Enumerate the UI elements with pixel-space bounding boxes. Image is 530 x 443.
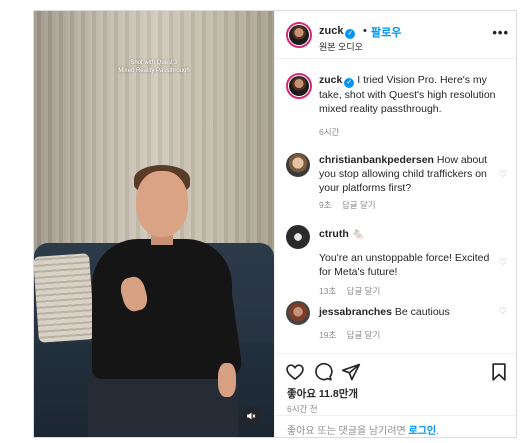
login-prompt: 좋아요 또는 댓글을 남기려면 로그인.	[275, 415, 516, 437]
video-player[interactable]: Shot with Quest 3 Mixed Reality Passthro…	[34, 11, 274, 437]
person-hand-resting	[218, 363, 236, 397]
comment-like-icon[interactable]: ♡	[499, 169, 507, 180]
speaker-muted-icon[interactable]	[242, 407, 260, 425]
more-options-icon[interactable]: •••	[492, 25, 509, 40]
action-bar	[275, 353, 516, 385]
comment-meta: 13초 답글 달기	[319, 285, 388, 297]
login-prompt-suffix: .	[436, 426, 439, 437]
comment-time[interactable]: 19초	[319, 330, 336, 340]
video-watermark: Shot with Quest 3 Mixed Reality Passthro…	[34, 59, 274, 75]
commenter-avatar[interactable]	[286, 301, 310, 325]
reply-button[interactable]: 답글 달기	[342, 200, 376, 210]
comment-like-icon[interactable]: ♡	[499, 306, 507, 317]
bookmark-icon[interactable]	[489, 362, 509, 382]
commenter-username[interactable]: jessabranches	[319, 306, 392, 318]
caption-text: zuck ✓ I tried Vision Pro. Here's my take…	[319, 73, 507, 116]
likes-count[interactable]: 좋아요 11.8만개	[287, 386, 358, 401]
comment-header: ctruth 🐁	[319, 227, 495, 241]
follow-button[interactable]: 팔로우	[371, 24, 401, 40]
verified-badge-icon: ✓	[344, 78, 355, 88]
post-timestamp: 6시간 전	[287, 404, 318, 414]
comment-text: christianbankpedersen How about you stop…	[319, 153, 495, 195]
comment-like-icon[interactable]: ♡	[499, 257, 507, 268]
author-username-text[interactable]: zuck	[319, 25, 343, 37]
login-prompt-label: 좋아요 또는 댓글을 남기려면	[287, 426, 406, 437]
login-prompt-text: 좋아요 또는 댓글을 남기려면 로그인.	[287, 422, 439, 437]
caption-meta: 6시간	[319, 126, 347, 138]
login-link[interactable]: 로그인	[409, 426, 437, 437]
heart-icon[interactable]	[285, 362, 305, 382]
comment-time[interactable]: 13초	[319, 286, 336, 296]
commenter-avatar[interactable]	[286, 225, 310, 249]
avatar[interactable]	[286, 22, 312, 48]
video-watermark-line1: Shot with Quest 3	[130, 60, 178, 66]
separator-dot: •	[363, 25, 367, 37]
comment-time[interactable]: 9초	[319, 200, 332, 210]
person-head	[136, 171, 188, 237]
post-modal: Shot with Quest 3 Mixed Reality Passthro…	[33, 10, 517, 438]
author-username[interactable]: zuck ✓	[319, 25, 356, 39]
sofa-pillow	[34, 253, 95, 343]
commenter-username[interactable]: christianbankpedersen	[319, 154, 434, 166]
comment-body: You're an unstoppable force! Excited for…	[319, 252, 490, 278]
reply-button[interactable]: 답글 달기	[347, 286, 381, 296]
comment-meta: 19초 답글 달기	[319, 329, 388, 341]
post-side-panel: zuck ✓ • 팔로우 원본 오디오 ••• zuck ✓ I tried Vis…	[274, 11, 516, 437]
caption-avatar[interactable]	[286, 73, 312, 99]
caption-username[interactable]: zuck	[319, 74, 342, 86]
comment-icon[interactable]	[313, 362, 333, 382]
commenter-username[interactable]: ctruth	[319, 228, 349, 240]
verified-badge-icon: ✓	[345, 29, 356, 39]
comment-body: Be cautious	[394, 306, 450, 318]
comment-text: jessabranches Be cautious	[319, 305, 495, 319]
comment-meta: 9초 답글 달기	[319, 199, 384, 211]
share-icon[interactable]	[341, 362, 361, 382]
commenter-avatar[interactable]	[286, 153, 310, 177]
video-watermark-line2: Mixed Reality Passthrough	[118, 68, 190, 74]
reply-button[interactable]: 답글 달기	[347, 330, 381, 340]
commenter-badge: 🐁	[351, 228, 365, 240]
post-header: zuck ✓ • 팔로우 원본 오디오 •••	[275, 11, 516, 59]
audio-label[interactable]: 원본 오디오	[319, 40, 363, 53]
caption-time[interactable]: 6시간	[319, 127, 339, 137]
